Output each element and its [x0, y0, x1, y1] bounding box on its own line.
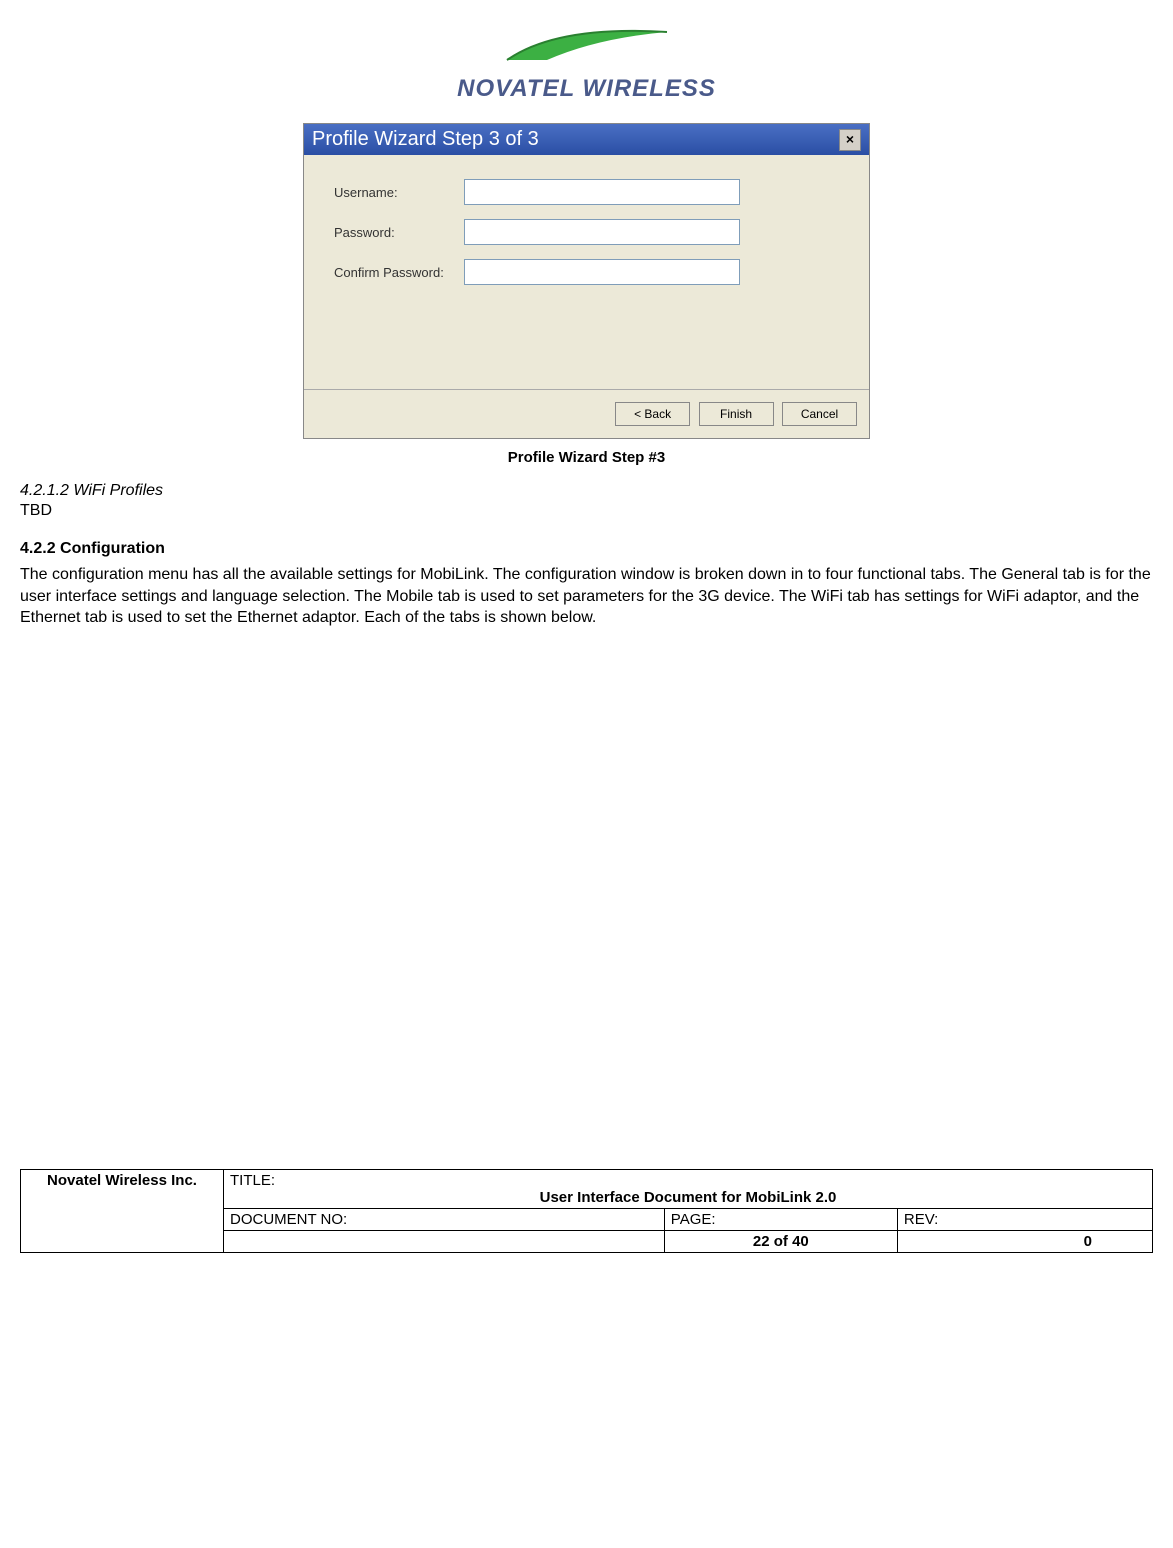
username-input[interactable] — [464, 179, 740, 205]
figure-caption: Profile Wizard Step #3 — [20, 449, 1153, 466]
confirm-password-row: Confirm Password: — [334, 259, 839, 285]
dialog-body: Username: Password: Confirm Password: — [304, 155, 869, 389]
profile-wizard-dialog: Profile Wizard Step 3 of 3 × Username: P… — [303, 123, 870, 439]
footer-page-value: 22 of 40 — [664, 1230, 897, 1252]
footer-company: Novatel Wireless Inc. — [21, 1169, 224, 1252]
dialog-title: Profile Wizard Step 3 of 3 — [312, 128, 539, 151]
logo-swoosh-icon — [497, 20, 677, 70]
footer-title-value: User Interface Document for MobiLink 2.0 — [230, 1189, 1146, 1206]
confirm-password-input[interactable] — [464, 259, 740, 285]
back-button[interactable]: < Back — [615, 402, 690, 426]
section-config-body: The configuration menu has all the avail… — [20, 564, 1153, 629]
section-config-heading: 4.2.2 Configuration — [20, 540, 1153, 558]
cancel-button[interactable]: Cancel — [782, 402, 857, 426]
username-row: Username: — [334, 179, 839, 205]
footer-title-cell: TITLE: User Interface Document for MobiL… — [224, 1169, 1153, 1208]
footer-table: Novatel Wireless Inc. TITLE: User Interf… — [20, 1169, 1153, 1253]
section-wifi-body: TBD — [20, 502, 1153, 520]
dialog-titlebar: Profile Wizard Step 3 of 3 × — [304, 124, 869, 155]
logo-brand-text: NOVATEL WIRELESS — [20, 75, 1153, 103]
footer-rev-label: REV: — [897, 1208, 1152, 1230]
password-input[interactable] — [464, 219, 740, 245]
finish-button[interactable]: Finish — [699, 402, 774, 426]
username-label: Username: — [334, 185, 464, 200]
section-wifi-heading: 4.2.1.2 WiFi Profiles — [20, 482, 1153, 500]
footer-title-label: TITLE: — [230, 1172, 275, 1189]
footer-page-label: PAGE: — [664, 1208, 897, 1230]
close-icon[interactable]: × — [839, 129, 861, 151]
footer-rev-value: 0 — [897, 1230, 1152, 1252]
footer-docno-label: DOCUMENT NO: — [224, 1208, 665, 1230]
password-row: Password: — [334, 219, 839, 245]
logo-area: NOVATEL WIRELESS — [20, 20, 1153, 103]
confirm-password-label: Confirm Password: — [334, 265, 464, 280]
dialog-footer: < Back Finish Cancel — [304, 389, 869, 438]
password-label: Password: — [334, 225, 464, 240]
footer-docno-value — [224, 1230, 665, 1252]
